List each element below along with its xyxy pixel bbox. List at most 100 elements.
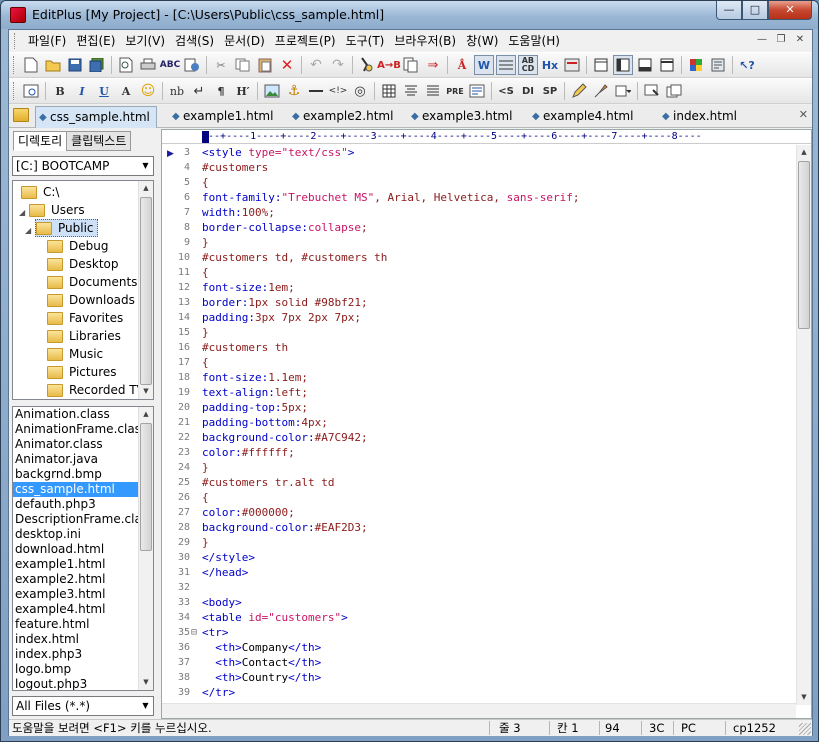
- code-line[interactable]: 15}: [162, 325, 798, 340]
- code-line[interactable]: 12 font-size:1em;: [162, 280, 798, 295]
- copy-format-icon[interactable]: [664, 81, 684, 101]
- code-line[interactable]: 35 ⊟ <tr>: [162, 625, 798, 640]
- file-item[interactable]: example3.html: [13, 587, 153, 602]
- italic-icon[interactable]: I: [72, 81, 92, 101]
- cut-icon[interactable]: ✂: [211, 55, 231, 75]
- code-line[interactable]: 39 </tr>: [162, 685, 798, 700]
- anchor-icon[interactable]: ⚓: [284, 81, 304, 101]
- user-tool-icon[interactable]: [708, 55, 728, 75]
- copy-icon[interactable]: [233, 55, 253, 75]
- print-preview-icon[interactable]: [116, 55, 136, 75]
- form-icon[interactable]: [467, 81, 487, 101]
- file-item[interactable]: defauth.php3: [13, 497, 153, 512]
- tree-item-c-drive[interactable]: C:\: [21, 183, 59, 201]
- tree-item-downloads[interactable]: Downloads: [47, 291, 135, 309]
- code-line[interactable]: 17 {: [162, 355, 798, 370]
- emoticon-icon[interactable]: ☺: [138, 81, 158, 101]
- menu-file[interactable]: 파일(F): [23, 30, 71, 52]
- code-line[interactable]: 9}: [162, 235, 798, 250]
- app-icon[interactable]: [10, 7, 26, 23]
- menu-edit[interactable]: 편집(E): [71, 30, 120, 52]
- tree-item-users[interactable]: Users: [29, 201, 85, 219]
- code-line[interactable]: 22 background-color:#A7C942;: [162, 430, 798, 445]
- column-select-icon[interactable]: AB CD: [518, 55, 538, 75]
- code-line[interactable]: 30 </style>: [162, 550, 798, 565]
- output-window-icon[interactable]: [635, 55, 655, 75]
- tree-item-libraries[interactable]: Libraries: [47, 327, 121, 345]
- doc-restore-button[interactable]: ❐: [773, 33, 789, 48]
- font-icon[interactable]: Å: [452, 55, 472, 75]
- nbsp-icon[interactable]: nb: [167, 81, 187, 101]
- find-in-files-icon[interactable]: [401, 55, 421, 75]
- tab-directory[interactable]: 디렉토리: [13, 131, 68, 151]
- code-area[interactable]: 3 <style type="text/css"> 4 #customers 5{6 fo…: [162, 145, 798, 705]
- save-all-icon[interactable]: [87, 55, 107, 75]
- tree-item-debug[interactable]: Debug: [47, 237, 108, 255]
- preferences-icon[interactable]: [686, 55, 706, 75]
- code-line[interactable]: 26 {: [162, 490, 798, 505]
- file-item[interactable]: backgrnd.bmp: [13, 467, 153, 482]
- goto-icon[interactable]: ⇒: [423, 55, 443, 75]
- drive-select[interactable]: [C:] BOOTCAMP ▼: [12, 156, 154, 176]
- code-line[interactable]: 29}: [162, 535, 798, 550]
- browser-preview-icon[interactable]: [21, 81, 41, 101]
- file-item[interactable]: example2.html: [13, 572, 153, 587]
- scroll-thumb[interactable]: [798, 161, 810, 329]
- code-line[interactable]: 32: [162, 580, 798, 595]
- tree-expand-icon[interactable]: ◢: [19, 208, 25, 217]
- new-file-icon[interactable]: [21, 55, 41, 75]
- file-item[interactable]: feature.html: [13, 617, 153, 632]
- pencil-icon[interactable]: [569, 81, 589, 101]
- cursor-select-icon[interactable]: [642, 81, 662, 101]
- code-line[interactable]: 7 width:100%;: [162, 205, 798, 220]
- dropdown-tool-icon[interactable]: [613, 81, 633, 101]
- code-editor[interactable]: ---+----1----+----2----+----3----+----4-…: [161, 129, 812, 719]
- code-line[interactable]: 24}: [162, 460, 798, 475]
- tab-cliptext[interactable]: 클립텍스트: [66, 131, 132, 151]
- code-line[interactable]: 38 <th>Country</th>: [162, 670, 798, 685]
- fullscreen-icon[interactable]: [657, 55, 677, 75]
- tab-css-sample[interactable]: ◆ css_sample.html: [35, 106, 157, 128]
- reference-icon[interactable]: [182, 55, 202, 75]
- file-item[interactable]: Animation.class: [13, 407, 153, 422]
- doc-minimize-button[interactable]: —: [754, 33, 770, 48]
- open-folder-icon[interactable]: [43, 55, 63, 75]
- underline-icon[interactable]: U: [94, 81, 114, 101]
- close-tab-icon[interactable]: ✕: [799, 108, 808, 121]
- undo-icon[interactable]: ↶: [306, 55, 326, 75]
- menu-project[interactable]: 프로젝트(P): [270, 30, 341, 52]
- resize-grip[interactable]: [799, 723, 811, 735]
- code-line[interactable]: 36 <th>Company</th>: [162, 640, 798, 655]
- doc-close-button[interactable]: ✕: [792, 33, 808, 48]
- file-list-scrollbar[interactable]: ▲ ▼: [138, 407, 153, 690]
- scroll-down-icon[interactable]: ▼: [139, 384, 153, 399]
- status-encoding[interactable]: cp1252: [733, 720, 776, 736]
- horizontal-rule-icon[interactable]: [306, 81, 326, 101]
- tab-folder-icon[interactable]: [13, 108, 29, 122]
- editor-horizontal-scrollbar[interactable]: [162, 703, 796, 718]
- toolbar-grip[interactable]: [13, 56, 16, 74]
- file-item-selected[interactable]: css_sample.html: [13, 482, 153, 497]
- file-item[interactable]: index.html: [13, 632, 153, 647]
- scroll-thumb[interactable]: [140, 197, 152, 385]
- maximize-button[interactable]: □: [742, 1, 768, 20]
- tab-example2[interactable]: ◆ example2.html: [289, 106, 404, 128]
- minimize-button[interactable]: —: [716, 1, 742, 20]
- table-icon[interactable]: [379, 81, 399, 101]
- file-item[interactable]: index.php3: [13, 647, 153, 662]
- scroll-up-icon[interactable]: ▲: [797, 145, 811, 160]
- menu-grip[interactable]: [14, 33, 17, 49]
- menu-view[interactable]: 보기(V): [120, 30, 170, 52]
- print-icon[interactable]: [138, 55, 158, 75]
- code-line[interactable]: 25 #customers tr.alt td: [162, 475, 798, 490]
- file-item[interactable]: logo.bmp: [13, 662, 153, 677]
- tab-example4[interactable]: ◆ example4.html: [529, 106, 649, 128]
- file-item[interactable]: Animator.class: [13, 437, 153, 452]
- spell-check-icon[interactable]: ABC: [160, 55, 180, 75]
- tree-item-recorded-tv[interactable]: Recorded TV: [47, 381, 145, 399]
- menu-document[interactable]: 문서(D): [219, 30, 270, 52]
- code-line[interactable]: 33 <body>: [162, 595, 798, 610]
- menu-help[interactable]: 도움말(H): [503, 30, 565, 52]
- code-line[interactable]: 5{: [162, 175, 798, 190]
- word-wrap-icon[interactable]: W: [474, 55, 494, 75]
